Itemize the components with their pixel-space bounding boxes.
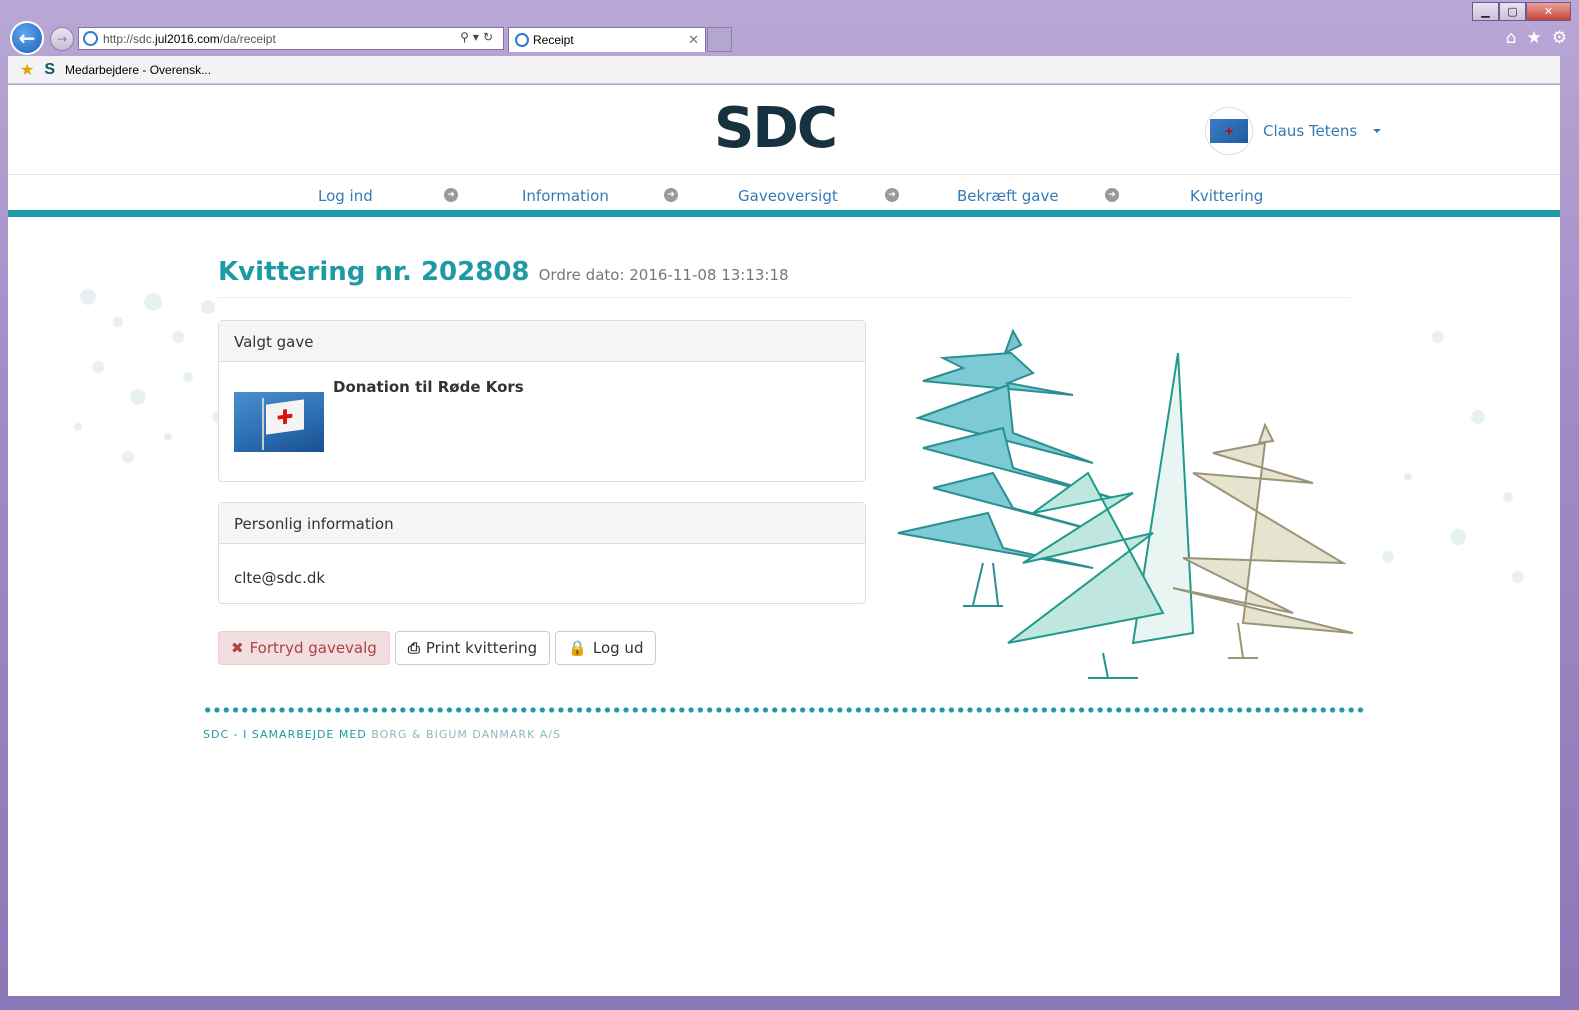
email-value: clte@sdc.dk xyxy=(234,569,326,587)
minimize-button[interactable]: ▁ xyxy=(1472,2,1499,21)
logout-label: Log ud xyxy=(592,639,644,657)
arrow-left-icon: ← xyxy=(18,26,36,50)
new-tab-button[interactable] xyxy=(707,27,732,52)
logo-text-left: SD xyxy=(714,96,799,161)
page-title: Kvittering nr. 202808 xyxy=(218,257,530,287)
receipt-title-row: Kvittering nr. 202808 Ordre dato: 2016-1… xyxy=(218,257,1350,298)
footer-primary: SDC - I SAMARBEJDE MED xyxy=(203,728,367,741)
personal-info-panel: Personlig information clte@sdc.dk xyxy=(218,502,866,604)
arrow-right-circle-icon: ➜ xyxy=(885,188,899,202)
user-menu[interactable]: + Claus Tetens xyxy=(1205,107,1382,155)
window-controls: ▁ ▢ ✕ xyxy=(1472,2,1571,21)
tab-title: Receipt xyxy=(533,33,574,47)
favorite-link[interactable]: Medarbejdere - Overensk... xyxy=(65,63,211,77)
address-bar[interactable]: http://sdc. jul2016.com/da/receipt ⚲▾↻ xyxy=(78,27,504,50)
gear-icon[interactable]: ⚙ xyxy=(1552,28,1567,48)
browser-titlebar: ▁ ▢ ✕ ← → http://sdc. jul2016.com/da/rece… xyxy=(0,0,1579,56)
favorites-bar: ★ S Medarbejdere - Overensk... xyxy=(8,56,1560,84)
step-information[interactable]: Information xyxy=(522,187,609,205)
maximize-button[interactable]: ▢ xyxy=(1499,2,1526,21)
arrow-right-icon: → xyxy=(56,32,68,46)
refresh-icon[interactable]: ↻ xyxy=(483,30,497,44)
step-log-ind[interactable]: Log ind xyxy=(318,187,373,205)
favorites-star-icon[interactable]: ★ xyxy=(20,60,34,80)
panel-heading: Valgt gave xyxy=(219,321,865,362)
panel-heading: Personlig information xyxy=(219,503,865,544)
browser-window: ▁ ▢ ✕ ← → http://sdc. jul2016.com/da/rece… xyxy=(0,0,1579,1010)
back-button[interactable]: ← xyxy=(10,21,44,55)
browser-toolbar-icons: ⌂ ★ ⚙ xyxy=(1506,28,1567,48)
arrow-right-circle-icon: ➜ xyxy=(444,188,458,202)
red-cross-flag-icon: ✚ xyxy=(266,399,304,435)
undo-gift-label: Fortryd gavevalg xyxy=(249,639,377,657)
gift-image: ✚ xyxy=(234,392,324,452)
site-header: SDC + Claus Tetens xyxy=(8,85,1560,175)
footer: SDC - I SAMARBEJDE MED BORG & BIGUM DANM… xyxy=(203,728,561,741)
user-name: Claus Tetens xyxy=(1263,122,1358,140)
panel-body: clte@sdc.dk xyxy=(219,544,865,602)
print-receipt-button[interactable]: ⎙ Print kvittering xyxy=(394,631,551,665)
step-kvittering[interactable]: Kvittering xyxy=(1190,187,1263,205)
address-prefix: http://sdc. xyxy=(103,31,156,46)
sdc-logo[interactable]: SDC xyxy=(714,96,838,161)
print-receipt-label: Print kvittering xyxy=(425,639,538,657)
selected-gift-panel: Valgt gave ✚ Donation til Røde Kors xyxy=(218,320,866,482)
flag-icon: + xyxy=(1210,119,1248,143)
panel-body: ✚ Donation til Røde Kors xyxy=(219,362,865,452)
step-bekraeft-gave[interactable]: Bekræft gave xyxy=(957,187,1059,205)
search-icon[interactable]: ⚲ xyxy=(460,30,473,44)
chevron-down-icon[interactable]: ▾ xyxy=(473,30,483,44)
close-icon: ✖ xyxy=(231,639,244,657)
address-path: /da/receipt xyxy=(219,31,276,46)
arrow-right-circle-icon: ➜ xyxy=(1105,188,1119,202)
undo-gift-button[interactable]: ✖ Fortryd gavevalg xyxy=(218,631,390,665)
logo-text-right: C xyxy=(796,96,838,161)
home-icon[interactable]: ⌂ xyxy=(1506,28,1517,48)
address-tools: ⚲▾↻ xyxy=(460,30,497,44)
footer-divider xyxy=(203,707,1366,713)
order-date: Ordre dato: 2016-11-08 13:13:18 xyxy=(538,266,789,284)
browser-tab-receipt[interactable]: Receipt ✕ xyxy=(508,27,706,52)
arrow-right-circle-icon: ➜ xyxy=(664,188,678,202)
action-buttons: ✖ Fortryd gavevalg ⎙ Print kvittering 🔒 Log… xyxy=(218,631,657,665)
print-icon: ⎙ xyxy=(407,639,420,657)
christmas-trees-illustration xyxy=(897,328,1353,679)
progress-steps: Log ind ➜ Information ➜ Gaveoversigt ➜ B… xyxy=(8,175,1560,217)
address-domain: jul2016.com xyxy=(155,31,220,46)
sdc-favicon-icon: S xyxy=(44,60,56,78)
ie-icon xyxy=(83,31,98,46)
avatar: + xyxy=(1205,107,1253,155)
page-viewport: SDC + Claus Tetens Log ind ➜ Information… xyxy=(8,85,1560,996)
step-gaveoversigt[interactable]: Gaveoversigt xyxy=(738,187,838,205)
star-icon[interactable]: ★ xyxy=(1527,28,1542,48)
forward-button[interactable]: → xyxy=(50,27,74,51)
close-window-button[interactable]: ✕ xyxy=(1526,2,1571,21)
flag-pole xyxy=(262,398,264,450)
logout-button[interactable]: 🔒 Log ud xyxy=(555,631,657,665)
gift-name: Donation til Røde Kors xyxy=(333,378,524,396)
footer-secondary[interactable]: BORG & BIGUM DANMARK A/S xyxy=(371,728,561,741)
close-icon[interactable]: ✕ xyxy=(688,32,699,48)
lock-icon: 🔒 xyxy=(568,639,587,657)
ie-icon xyxy=(515,33,529,47)
caret-down-icon xyxy=(1373,129,1382,133)
main-content: Kvittering nr. 202808 Ordre dato: 2016-1… xyxy=(8,217,1560,996)
